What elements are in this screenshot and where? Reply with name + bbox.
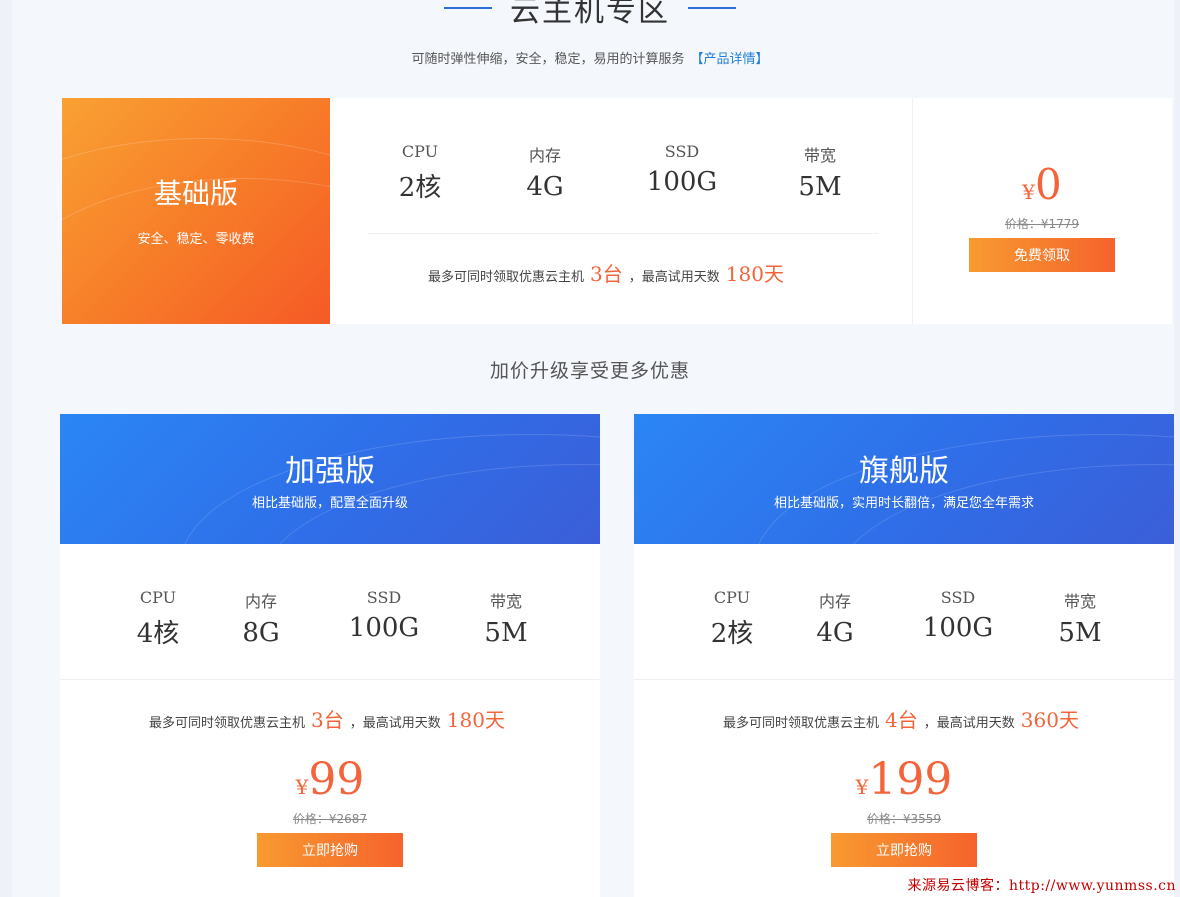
spec-value: 4G (526, 172, 564, 202)
enhanced-plan-banner: 加强版 相比基础版，配置全面升级 (60, 414, 600, 544)
free-claim-button[interactable]: 免费领取 (969, 238, 1115, 272)
section-subtitle: 可随时弹性伸缩，安全，稳定，易用的计算服务 【产品详情】 (0, 48, 1180, 67)
subtitle-text: 可随时弹性伸缩，安全，稳定，易用的计算服务 (411, 52, 685, 67)
spec-value: 4核 (136, 619, 180, 649)
spec-label: SSD (664, 142, 700, 161)
price-value: 0 (1035, 160, 1062, 209)
limit-count: 3台 (590, 262, 623, 286)
price-value: 99 (308, 754, 365, 805)
enhanced-original-price: 价格：¥2687 (292, 812, 368, 826)
left-margin (0, 0, 12, 897)
spec-memory: 内存 4G (495, 142, 595, 202)
limit-days: 180天 (446, 708, 505, 732)
specs-divider (368, 233, 878, 234)
source-watermark: 来源易云博客：http://www.yunmss.cn (907, 878, 1176, 894)
spec-label: 内存 (244, 592, 277, 611)
flagship-plan-tagline: 相比基础版，实用时长翻倍，满足您全年需求 (773, 496, 1034, 511)
spec-value: 5M (1058, 618, 1102, 648)
spec-label: 内存 (528, 146, 561, 165)
spec-value: 100G (646, 167, 718, 197)
spec-value: 100G (348, 613, 420, 643)
basic-price: ¥0 (912, 160, 1172, 209)
basic-limit-text: 最多可同时领取优惠云主机 3台 ，最高试用天数 180天 (428, 258, 790, 287)
spec-value: 4G (816, 618, 854, 648)
section-title: 云主机专区 (0, 0, 1180, 30)
spec-value: 5M (798, 172, 842, 202)
specs-divider (60, 679, 600, 680)
limit-mid: ，最高试用天数 (628, 270, 720, 285)
right-scrollbar-track[interactable] (1174, 0, 1180, 897)
flagship-specs: CPU 2核 内存 4G SSD 100G 带宽 5M (682, 588, 1142, 658)
currency-symbol: ¥ (1022, 180, 1035, 204)
basic-plan-card: 基础版 安全、稳定、零收费 CPU 2核 内存 4G SSD 100G 带宽 5… (62, 98, 1172, 324)
spec-bandwidth: 带宽 5M (1030, 588, 1130, 648)
title-right-rule (688, 7, 736, 9)
spec-label: 带宽 (803, 146, 836, 165)
flagship-plan-banner: 旗舰版 相比基础版，实用时长翻倍，满足您全年需求 (634, 414, 1174, 544)
spec-ssd: SSD 100G (908, 588, 1008, 643)
limit-days: 180天 (725, 262, 784, 286)
enhanced-limit-text: 最多可同时领取优惠云主机 3台 ，最高试用天数 180天 (60, 704, 600, 733)
spec-label: CPU (713, 588, 751, 607)
price-divider (912, 98, 913, 324)
limit-prefix: 最多可同时领取优惠云主机 (149, 716, 306, 731)
spec-memory: 内存 8G (211, 588, 311, 648)
price-value: 199 (868, 754, 953, 805)
flagship-plan-name: 旗舰版 (859, 454, 949, 489)
flagship-original-price: 价格：¥3559 (866, 812, 942, 826)
flagship-limit-text: 最多可同时领取优惠云主机 4台 ，最高试用天数 360天 (634, 704, 1174, 733)
upgrade-section-title: 加价升级享受更多优惠 (489, 360, 690, 382)
enhanced-specs: CPU 4核 内存 8G SSD 100G 带宽 5M (108, 588, 568, 658)
spec-label: 带宽 (1063, 592, 1096, 611)
limit-mid: ，最高试用天数 (349, 716, 441, 731)
limit-mid: ，最高试用天数 (923, 716, 1015, 731)
spec-value: 8G (242, 618, 280, 648)
spec-value: 100G (922, 613, 994, 643)
spec-cpu: CPU 2核 (370, 142, 470, 204)
enhanced-plan-tagline: 相比基础版，配置全面升级 (251, 496, 408, 511)
enhanced-plan-name: 加强版 (285, 454, 375, 489)
spec-value: 5M (484, 618, 528, 648)
spec-ssd: SSD 100G (632, 142, 732, 197)
product-details-link[interactable]: 【产品详情】 (691, 52, 769, 67)
section-title-text: 云主机专区 (510, 0, 670, 29)
basic-plan-banner: 基础版 安全、稳定、零收费 (62, 98, 330, 324)
enhanced-plan-card: 加强版 相比基础版，配置全面升级 CPU 4核 内存 8G SSD 100G 带… (60, 414, 600, 897)
flagship-buy-button[interactable]: 立即抢购 (831, 833, 977, 867)
spec-bandwidth: 带宽 5M (456, 588, 556, 648)
spec-cpu: CPU 4核 (108, 588, 208, 650)
basic-plan-name: 基础版 (153, 177, 238, 210)
basic-original-price: 价格：¥1779 (1004, 217, 1080, 231)
flagship-price: ¥199 (634, 754, 1174, 805)
spec-memory: 内存 4G (785, 588, 885, 648)
currency-symbol: ¥ (295, 775, 309, 799)
flagship-plan-card: 旗舰版 相比基础版，实用时长翻倍，满足您全年需求 CPU 2核 内存 4G SS… (634, 414, 1174, 897)
basic-plan-tagline: 安全、稳定、零收费 (137, 232, 255, 247)
enhanced-buy-button[interactable]: 立即抢购 (257, 833, 403, 867)
enhanced-price: ¥99 (60, 754, 600, 805)
limit-days: 360天 (1020, 708, 1079, 732)
spec-label: 内存 (818, 592, 851, 611)
title-left-rule (444, 7, 492, 9)
currency-symbol: ¥ (855, 775, 869, 799)
spec-label: SSD (366, 588, 402, 607)
spec-label: CPU (139, 588, 177, 607)
spec-label: SSD (940, 588, 976, 607)
limit-count: 3台 (311, 708, 344, 732)
spec-cpu: CPU 2核 (682, 588, 782, 650)
spec-value: 2核 (710, 619, 754, 649)
spec-ssd: SSD 100G (334, 588, 434, 643)
spec-label: 带宽 (489, 592, 522, 611)
spec-value: 2核 (398, 173, 442, 203)
limit-prefix: 最多可同时领取优惠云主机 (723, 716, 880, 731)
limit-prefix: 最多可同时领取优惠云主机 (428, 270, 585, 285)
spec-bandwidth: 带宽 5M (770, 142, 870, 202)
limit-count: 4台 (885, 708, 918, 732)
specs-divider (634, 679, 1174, 680)
spec-label: CPU (401, 142, 439, 161)
